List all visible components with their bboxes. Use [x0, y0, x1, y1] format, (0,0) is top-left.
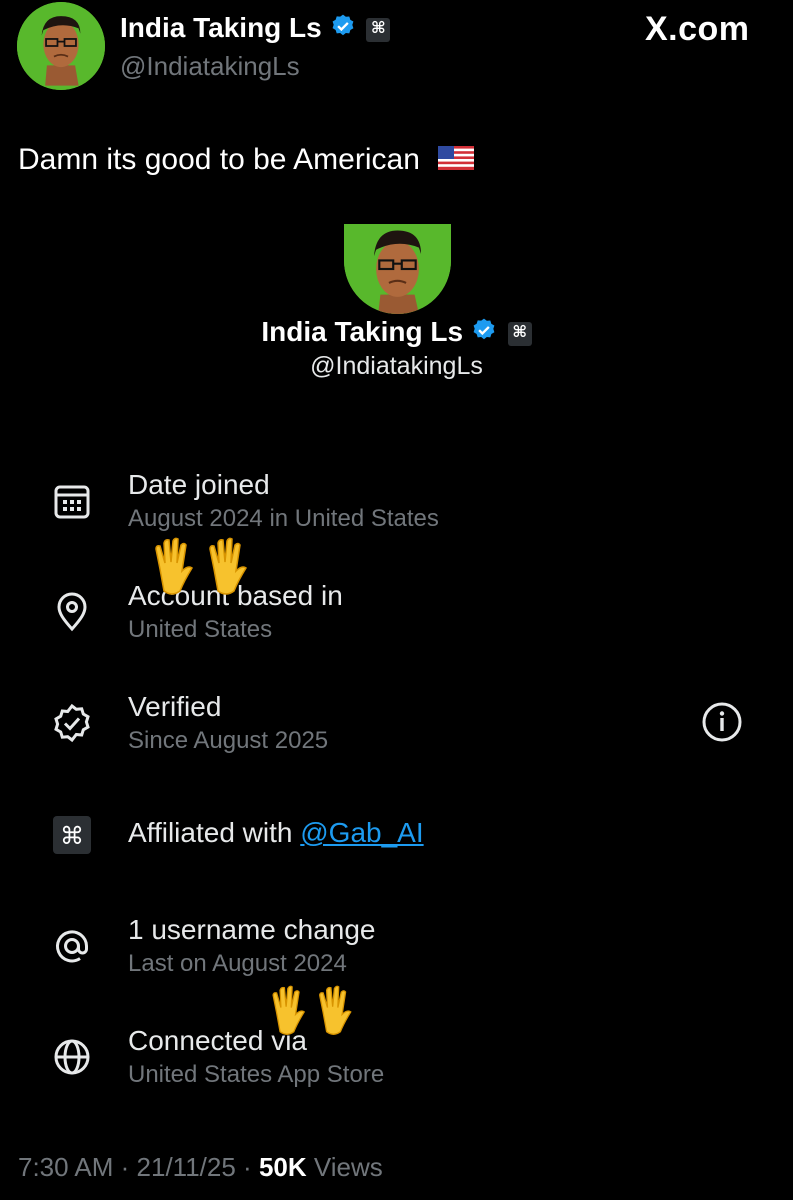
affiliate-badge-icon[interactable]: ⌘: [366, 17, 391, 42]
globe-icon: [52, 1037, 92, 1077]
tweet-body: Damn its good to be American: [18, 143, 475, 178]
date-joined-value: August 2024 in United States: [128, 505, 439, 532]
verified-title: Verified: [128, 691, 222, 722]
verified-badge-icon: [330, 13, 356, 46]
views-count[interactable]: 50K: [259, 1152, 307, 1182]
profile-avatar[interactable]: [17, 2, 105, 90]
svg-text:⌘: ⌘: [60, 822, 84, 850]
meta-separator: ·: [243, 1152, 259, 1182]
account-based-value: United States: [128, 616, 273, 643]
verified-value: Since August 2025: [128, 727, 329, 754]
profile-name[interactable]: India Taking Ls: [120, 12, 322, 43]
meta-separator: ·: [120, 1152, 137, 1182]
connected-via-value: United States App Store: [128, 1061, 385, 1088]
views-label: Views: [313, 1152, 383, 1182]
affiliated-label: Affiliated with: [128, 817, 293, 848]
tweet-meta: 7:30 AM · 21/11/25 · 50K Views: [18, 1152, 383, 1183]
card-handle: @IndiatakingLs: [310, 352, 483, 380]
affiliated-row: Affiliated with @Gab_AI: [128, 817, 424, 849]
card-affiliate-badge-icon: ⌘: [507, 321, 532, 346]
card-name-row: India Taking Ls ⌘: [0, 316, 793, 350]
x-brand-logo: X.com: [645, 10, 750, 48]
tweet-date[interactable]: 21/11/25: [137, 1152, 236, 1182]
calendar-icon: [52, 481, 92, 521]
location-pin-icon: [52, 592, 92, 632]
username-change-title: 1 username change: [128, 914, 376, 945]
tweet-time[interactable]: 7:30 AM: [18, 1152, 113, 1182]
info-icon[interactable]: [701, 701, 743, 743]
at-sign-icon: [52, 926, 92, 966]
profile-name-row[interactable]: India Taking Ls ⌘: [120, 12, 391, 46]
waving-hands-emoji-1: [150, 535, 266, 608]
avatar-face-image: [17, 2, 105, 90]
verified-outline-icon: [52, 703, 92, 743]
date-joined-title: Date joined: [128, 469, 270, 500]
affiliated-link[interactable]: @Gab_AI: [300, 817, 423, 848]
card-avatar-face-image: [344, 224, 451, 314]
card-name: India Taking Ls: [261, 316, 464, 347]
username-change-value: Last on August 2024: [128, 950, 347, 977]
affiliate-icon: ⌘: [52, 815, 92, 855]
profile-handle[interactable]: @IndiatakingLs: [120, 51, 300, 82]
us-flag-icon: [438, 144, 475, 178]
card-avatar: [344, 224, 451, 314]
card-verified-badge-icon: [471, 317, 497, 350]
waving-hands-emoji-2: [268, 982, 368, 1049]
tweet-text: Damn its good to be American: [18, 143, 420, 176]
